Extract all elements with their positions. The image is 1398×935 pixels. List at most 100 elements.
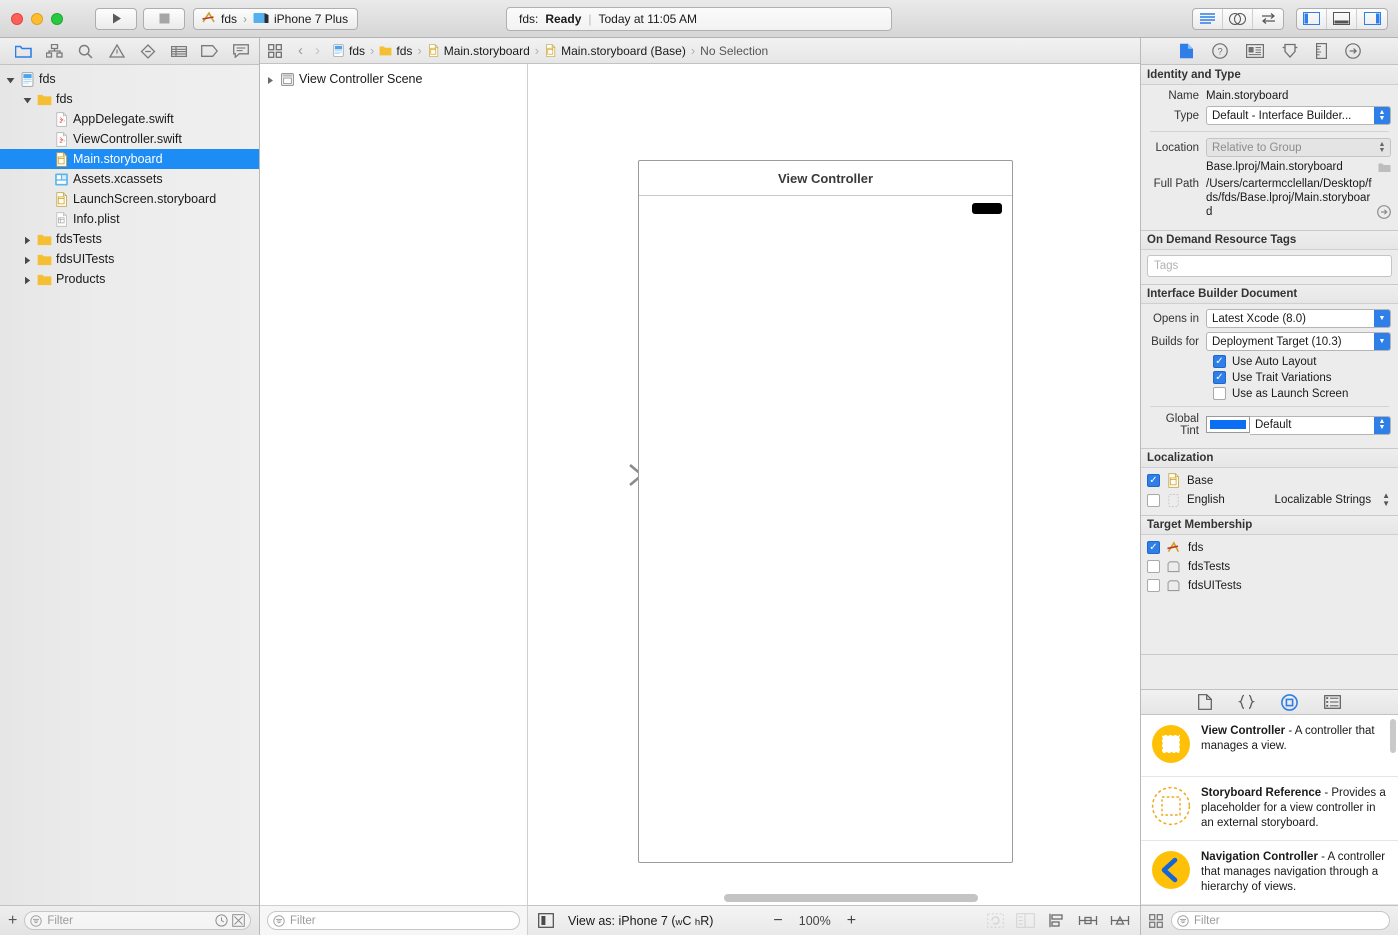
- localization-row-base[interactable]: Base: [1141, 471, 1398, 490]
- resolve-issues-icon[interactable]: [1110, 913, 1130, 928]
- checkbox[interactable]: [1213, 371, 1226, 384]
- tree-row-launchscreen-storyboard[interactable]: LaunchScreen.storyboard: [0, 189, 259, 209]
- disclosure-triangle-icon[interactable]: [23, 94, 34, 105]
- outline-item-view-controller-scene[interactable]: View Controller Scene: [260, 69, 527, 89]
- stop-button[interactable]: [143, 8, 185, 30]
- tree-row-products[interactable]: Products: [0, 269, 259, 289]
- zoom-window-button[interactable]: [51, 13, 63, 25]
- library-item-storyboard-reference[interactable]: Storyboard Reference - Provides a placeh…: [1141, 777, 1398, 841]
- view-controller-scene-frame[interactable]: View Controller: [638, 160, 1013, 863]
- tree-row-fds[interactable]: fds: [0, 89, 259, 109]
- test-navigator-icon[interactable]: [132, 44, 163, 59]
- navigate-back-button[interactable]: ‹: [294, 42, 307, 59]
- ib-checkbox-use-trait-variations[interactable]: Use Trait Variations: [1213, 371, 1391, 384]
- canvas-scrollbar-thumb[interactable]: [724, 894, 978, 902]
- code-snippet-library-icon[interactable]: [1238, 694, 1255, 710]
- target-membership-row-fdstests[interactable]: fdsTests: [1141, 557, 1398, 576]
- toggle-navigator-button[interactable]: [1297, 9, 1327, 29]
- zoom-out-button[interactable]: −: [773, 912, 782, 930]
- standard-editor-button[interactable]: [1193, 9, 1223, 29]
- ib-checkbox-use-as-launch-screen[interactable]: Use as Launch Screen: [1213, 387, 1391, 400]
- disclosure-triangle-icon[interactable]: [23, 254, 34, 265]
- version-editor-button[interactable]: [1253, 9, 1283, 29]
- tree-row-viewcontroller-swift[interactable]: ViewController.swift: [0, 129, 259, 149]
- recent-files-filter-icon[interactable]: [215, 914, 228, 927]
- debug-navigator-icon[interactable]: [163, 45, 194, 58]
- file-inspector-icon[interactable]: [1179, 43, 1194, 59]
- minimize-window-button[interactable]: [31, 13, 43, 25]
- tree-row-info-plist[interactable]: Info.plist: [0, 209, 259, 229]
- localization-type-popup[interactable]: Localizable Strings: [1275, 494, 1372, 506]
- project-file-tree[interactable]: fdsfdsAppDelegate.swiftViewController.sw…: [0, 65, 259, 905]
- file-template-library-icon[interactable]: [1198, 694, 1212, 710]
- pin-icon[interactable]: [1078, 913, 1098, 928]
- quick-help-icon[interactable]: ?: [1212, 43, 1228, 59]
- add-file-button[interactable]: +: [8, 912, 17, 930]
- project-navigator-icon[interactable]: [8, 44, 39, 58]
- tree-row-main-storyboard[interactable]: Main.storyboard: [0, 149, 259, 169]
- toggle-debug-area-button[interactable]: [1327, 9, 1357, 29]
- checkbox[interactable]: [1147, 560, 1160, 573]
- breadcrumb-item-no-selection[interactable]: No Selection: [700, 44, 768, 58]
- opens-in-popup[interactable]: Latest Xcode (8.0) ▼: [1206, 309, 1391, 328]
- media-library-icon[interactable]: [1324, 695, 1341, 709]
- checkbox[interactable]: [1147, 494, 1160, 507]
- view-as-control[interactable]: View as: iPhone 7 (wC hR): [568, 914, 713, 928]
- global-tint-color-well[interactable]: [1206, 416, 1250, 433]
- disclosure-triangle-icon[interactable]: [23, 274, 34, 285]
- builds-for-popup[interactable]: Deployment Target (10.3) ▼: [1206, 332, 1391, 351]
- library-scrollbar-thumb[interactable]: [1390, 719, 1396, 753]
- location-popup[interactable]: Relative to Group ▲▼: [1206, 138, 1391, 157]
- navigator-filter-field[interactable]: Filter: [24, 911, 251, 930]
- breadcrumb-item-fds[interactable]: fds: [379, 44, 412, 58]
- object-library-icon[interactable]: [1281, 694, 1298, 711]
- assistant-editor-button[interactable]: [1223, 9, 1253, 29]
- file-type-popup[interactable]: Default - Interface Builder... ▲▼: [1206, 106, 1391, 125]
- source-control-navigator-icon[interactable]: [39, 44, 70, 58]
- tree-row-assets-xcassets[interactable]: Assets.xcassets: [0, 169, 259, 189]
- connections-inspector-icon[interactable]: [1345, 43, 1361, 59]
- disclosure-triangle-icon[interactable]: [266, 74, 277, 85]
- tree-row-appdelegate-swift[interactable]: AppDelegate.swift: [0, 109, 259, 129]
- breadcrumb-item-main-storyboard[interactable]: Main.storyboard: [427, 44, 530, 58]
- report-navigator-icon[interactable]: [225, 44, 256, 58]
- find-navigator-icon[interactable]: [70, 44, 101, 59]
- canvas-horizontal-scrollbar[interactable]: [528, 891, 1140, 905]
- issue-navigator-icon[interactable]: [101, 44, 132, 58]
- breadcrumb-item-fds[interactable]: fds: [332, 44, 365, 58]
- checkbox[interactable]: [1213, 355, 1226, 368]
- library-filter-field[interactable]: Filter: [1171, 911, 1390, 930]
- identity-inspector-icon[interactable]: [1246, 44, 1264, 58]
- object-library-list[interactable]: View Controller - A controller that mana…: [1141, 715, 1398, 905]
- target-membership-row-fdsuitests[interactable]: fdsUITests: [1141, 576, 1398, 595]
- checkbox[interactable]: [1147, 541, 1160, 554]
- run-button[interactable]: [95, 8, 137, 30]
- attributes-inspector-icon[interactable]: [1282, 43, 1298, 59]
- disclosure-triangle-icon[interactable]: [23, 234, 34, 245]
- zoom-in-button[interactable]: +: [847, 912, 856, 930]
- interface-builder-canvas[interactable]: View Controller: [528, 64, 1140, 905]
- ib-checkbox-use-auto-layout[interactable]: Use Auto Layout: [1213, 355, 1391, 368]
- tree-row-fdsuitests[interactable]: fdsUITests: [0, 249, 259, 269]
- tree-row-fdstests[interactable]: fdsTests: [0, 229, 259, 249]
- document-outline-tree[interactable]: View Controller Scene: [260, 64, 527, 905]
- target-membership-row-fds[interactable]: fds: [1141, 538, 1398, 557]
- checkbox[interactable]: [1147, 579, 1160, 592]
- breadcrumb-item-main-storyboard-base-[interactable]: Main.storyboard (Base): [544, 44, 686, 58]
- disclosure-triangle-icon[interactable]: [6, 74, 17, 85]
- library-item-view-controller[interactable]: View Controller - A controller that mana…: [1141, 715, 1398, 777]
- toggle-inspector-button[interactable]: [1357, 9, 1387, 29]
- size-inspector-icon[interactable]: [1316, 43, 1327, 59]
- odr-tags-field[interactable]: Tags: [1147, 255, 1392, 277]
- related-items-icon[interactable]: [268, 44, 282, 58]
- localization-row-english[interactable]: EnglishLocalizable Strings▲▼: [1141, 490, 1398, 510]
- update-frames-icon[interactable]: [987, 913, 1004, 928]
- library-item-navigation-controller[interactable]: Navigation Controller - A controller tha…: [1141, 841, 1398, 905]
- scheme-selector[interactable]: fds › iPhone 7 Plus: [193, 8, 358, 30]
- checkbox[interactable]: [1213, 387, 1226, 400]
- chevron-updown-icon[interactable]: ▲▼: [1382, 492, 1390, 508]
- outline-filter-field[interactable]: Filter: [267, 911, 520, 930]
- navigate-forward-button[interactable]: ›: [311, 42, 324, 59]
- reveal-in-finder-icon[interactable]: [1377, 205, 1391, 219]
- close-window-button[interactable]: [11, 13, 23, 25]
